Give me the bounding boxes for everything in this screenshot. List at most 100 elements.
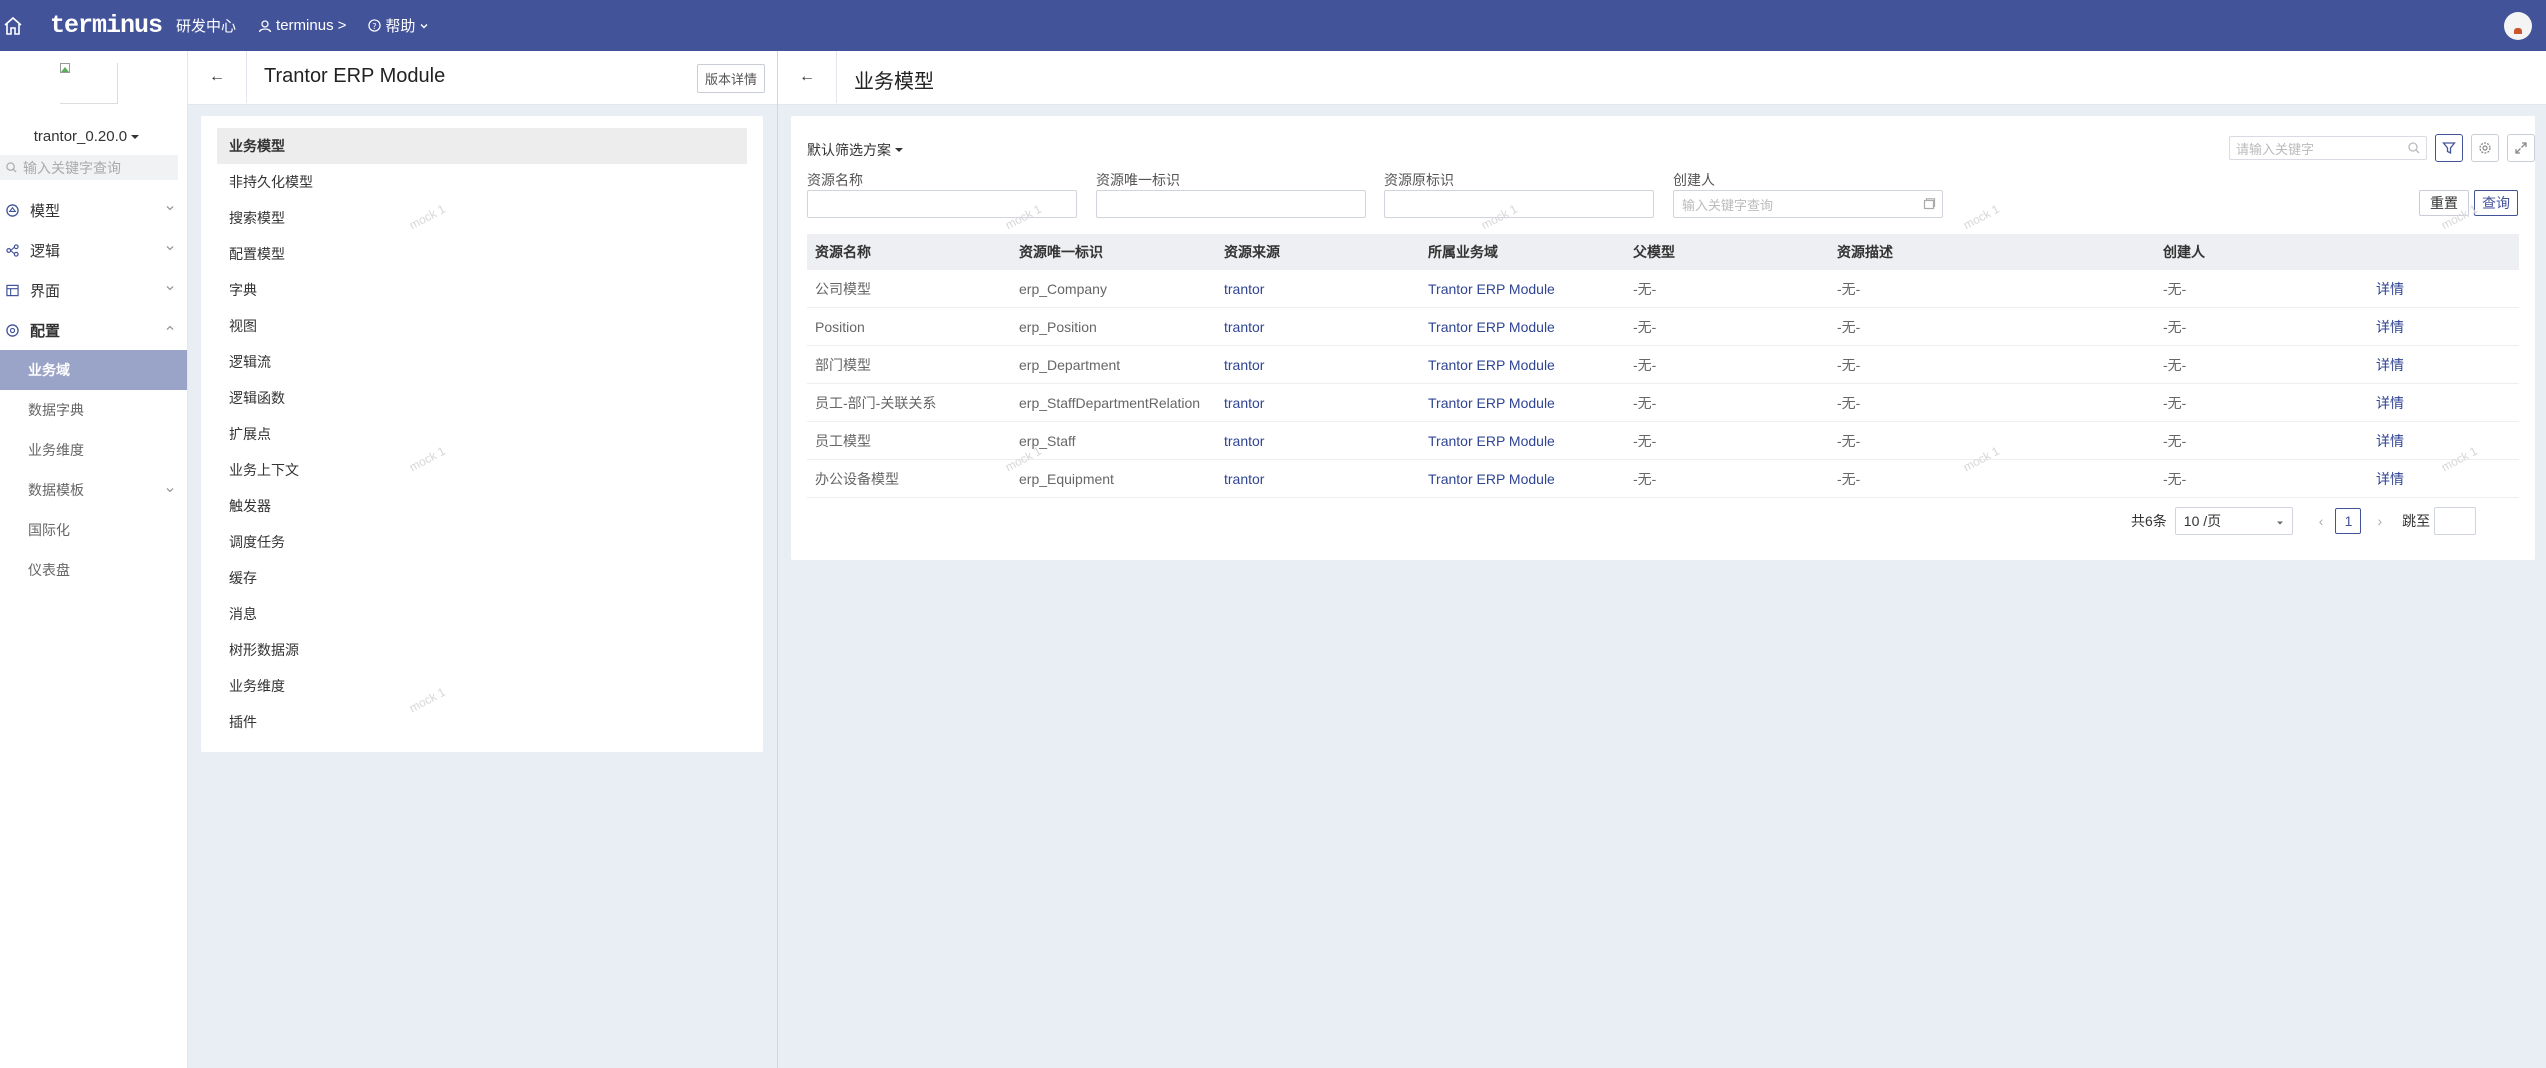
- cell-resource-name: 员工模型: [815, 432, 871, 449]
- cell-source-link[interactable]: trantor: [1216, 471, 1420, 487]
- next-page-button[interactable]: ›: [2377, 513, 2382, 529]
- jump-to-page-input[interactable]: [2434, 507, 2477, 535]
- filter-resource-key-input[interactable]: [1096, 190, 1366, 218]
- module-title: Trantor ERP Module: [264, 65, 446, 87]
- cell-domain-link[interactable]: Trantor ERP Module: [1420, 433, 1625, 449]
- resource-type-item[interactable]: 触发器: [217, 488, 747, 524]
- resource-type-item[interactable]: 扩展点: [217, 416, 747, 452]
- brand-logo[interactable]: terminus: [50, 11, 163, 40]
- sidebar-group-label: 界面: [30, 282, 61, 300]
- filter-creator-input[interactable]: 输入关键字查询: [1673, 190, 1943, 218]
- cell-resource-name: 员工-部门-关联关系: [815, 394, 937, 411]
- user-menu[interactable]: terminus >: [258, 17, 346, 34]
- version-details-button[interactable]: 版本详情: [696, 64, 765, 93]
- cell-parent-model: -无-: [1633, 318, 1657, 335]
- sidebar-group-config[interactable]: 配置: [0, 310, 187, 350]
- cell-domain-link[interactable]: Trantor ERP Module: [1420, 471, 1625, 487]
- cell-source-link[interactable]: trantor: [1216, 357, 1420, 373]
- sidebar-item-business-domain[interactable]: 业务域: [0, 350, 187, 390]
- filter-icon: [2442, 142, 2456, 155]
- sidebar-item-data-template[interactable]: 数据模板: [0, 470, 187, 510]
- sidebar-item-i18n[interactable]: 国际化: [0, 510, 187, 550]
- cell-source-link[interactable]: trantor: [1216, 433, 1420, 449]
- sidebar-item-dashboard[interactable]: 仪表盘: [0, 550, 187, 590]
- sidebar-search-input[interactable]: 输入关键字查询: [0, 155, 178, 180]
- help-menu[interactable]: ? 帮助: [368, 15, 429, 36]
- sidebar-group-ui[interactable]: 界面: [0, 270, 187, 310]
- user-label: terminus: [276, 17, 334, 34]
- cell-domain-link[interactable]: Trantor ERP Module: [1420, 319, 1625, 335]
- resource-type-item[interactable]: 配置模型: [217, 236, 747, 272]
- rd-center-link[interactable]: 研发中心: [176, 15, 236, 36]
- filter-toggle-button[interactable]: [2435, 134, 2463, 162]
- resource-type-item[interactable]: 视图: [217, 308, 747, 344]
- filter-original-key-input[interactable]: [1384, 190, 1654, 218]
- details-link[interactable]: 详情: [2368, 317, 2519, 337]
- resource-type-item[interactable]: 调度任务: [217, 524, 747, 560]
- column-header: 资源描述: [1837, 244, 1893, 260]
- query-button[interactable]: 查询: [2474, 190, 2518, 216]
- sidebar-group-logic[interactable]: 逻辑: [0, 230, 187, 270]
- sidebar-search-placeholder: 输入关键字查询: [23, 159, 121, 176]
- resource-type-item[interactable]: 业务模型: [217, 128, 747, 164]
- sidebar-group-model[interactable]: 模型: [0, 190, 187, 230]
- details-link[interactable]: 详情: [2368, 393, 2519, 413]
- avatar[interactable]: [2504, 12, 2532, 40]
- table-body: 公司模型 erp_Company trantor Trantor ERP Module…: [807, 270, 2519, 498]
- resource-type-item[interactable]: 逻辑流: [217, 344, 747, 380]
- sidebar-menu: 模型 逻辑 界面 配置 业务域 数据字典 业务维度 数据模板 国际化 仪表盘: [0, 190, 187, 590]
- top-navigation-bar: terminus 研发中心 terminus > ? 帮助: [0, 0, 2546, 51]
- back-button[interactable]: ←: [188, 51, 247, 103]
- details-link[interactable]: 详情: [2368, 469, 2519, 489]
- sidebar-item-data-dictionary[interactable]: 数据字典: [0, 390, 187, 430]
- keyword-search-input[interactable]: 请输入关键字: [2229, 136, 2427, 160]
- resource-type-item[interactable]: 业务上下文: [217, 452, 747, 488]
- page-number-1[interactable]: 1: [2335, 508, 2362, 534]
- resource-type-item[interactable]: 字典: [217, 272, 747, 308]
- details-link[interactable]: 详情: [2368, 431, 2519, 451]
- cell-domain-link[interactable]: Trantor ERP Module: [1420, 357, 1625, 373]
- sidebar-item-business-dimension[interactable]: 业务维度: [0, 430, 187, 470]
- copy-icon: [1923, 198, 1936, 210]
- project-logo-image: [60, 63, 118, 104]
- panel-divider[interactable]: [777, 51, 778, 1068]
- cell-parent-model: -无-: [1633, 280, 1657, 297]
- config-icon: [6, 323, 22, 337]
- cell-description: -无-: [1837, 318, 1861, 335]
- home-icon[interactable]: [2, 15, 24, 37]
- version-selector[interactable]: trantor_0.20.0: [0, 128, 173, 145]
- resource-type-item[interactable]: 插件: [217, 704, 747, 740]
- reset-button[interactable]: 重置: [2419, 190, 2469, 216]
- settings-button[interactable]: [2471, 134, 2499, 162]
- resource-type-item[interactable]: 消息: [217, 596, 747, 632]
- resource-type-item[interactable]: 非持久化模型: [217, 164, 747, 200]
- column-header: 资源来源: [1224, 244, 1280, 260]
- table-row: 部门模型 erp_Department trantor Trantor ERP Mod…: [807, 346, 2519, 384]
- user-icon: [258, 19, 272, 32]
- column-header: 所属业务域: [1428, 244, 1498, 260]
- filter-resource-name-input[interactable]: [807, 190, 1077, 218]
- resource-type-item[interactable]: 业务维度: [217, 668, 747, 704]
- page-size-select[interactable]: 10 /页: [2174, 507, 2293, 535]
- filter-scheme-dropdown[interactable]: 默认筛选方案: [807, 140, 903, 160]
- resource-type-item[interactable]: 树形数据源: [217, 632, 747, 668]
- cell-domain-link[interactable]: Trantor ERP Module: [1420, 395, 1625, 411]
- details-link[interactable]: 详情: [2368, 355, 2519, 375]
- rd-center-label: 研发中心: [176, 18, 237, 35]
- sidebar-group-label: 配置: [30, 322, 61, 340]
- prev-page-button[interactable]: ‹: [2319, 513, 2324, 529]
- cell-source-link[interactable]: trantor: [1216, 319, 1420, 335]
- fullscreen-button[interactable]: [2507, 134, 2535, 162]
- details-link[interactable]: 详情: [2368, 279, 2519, 299]
- resource-type-item[interactable]: 逻辑函数: [217, 380, 747, 416]
- cell-source-link[interactable]: trantor: [1216, 395, 1420, 411]
- back-button[interactable]: ←: [778, 51, 837, 103]
- expand-icon: [2515, 142, 2527, 154]
- resource-type-item[interactable]: 搜索模型: [217, 200, 747, 236]
- filter-label-resource-key: 资源唯一标识: [1096, 172, 1180, 188]
- cell-source-link[interactable]: trantor: [1216, 281, 1420, 297]
- column-header: 资源名称: [815, 244, 871, 260]
- resource-type-item[interactable]: 缓存: [217, 560, 747, 596]
- search-icon: [6, 162, 17, 173]
- cell-domain-link[interactable]: Trantor ERP Module: [1420, 281, 1625, 297]
